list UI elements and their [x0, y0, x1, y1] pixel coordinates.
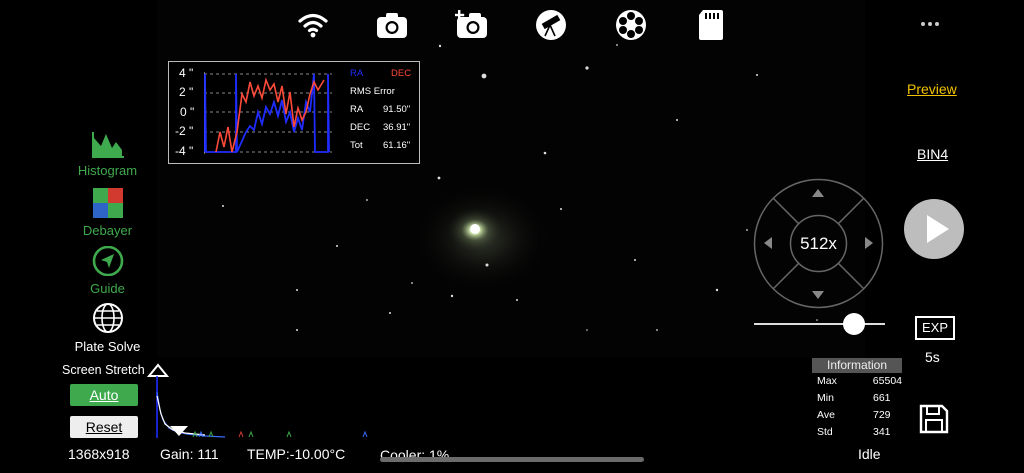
debayer-label: Debayer: [82, 223, 133, 238]
screen-stretch-label: Screen Stretch: [62, 363, 145, 377]
sd-card-icon[interactable]: [694, 8, 728, 42]
up-arrow-icon[interactable]: [811, 188, 825, 198]
home-indicator: [380, 457, 644, 462]
info-row: Max 65504: [806, 373, 902, 390]
preview-link[interactable]: Preview: [907, 81, 957, 97]
wifi-icon[interactable]: [296, 8, 330, 42]
rms-value: 61.16": [383, 140, 411, 151]
rms-label: DEC: [350, 122, 371, 133]
state-status: Idle: [858, 446, 881, 462]
info-value: 729: [873, 409, 891, 421]
resolution-status: 1368x918: [68, 446, 130, 462]
exposure-slider[interactable]: [754, 313, 885, 335]
info-label: Std: [817, 426, 833, 438]
legend-ra: RA: [350, 68, 364, 79]
info-label: Min: [817, 392, 834, 404]
telescope-icon[interactable]: [534, 8, 568, 42]
y-tick: 0 ": [180, 105, 195, 119]
histogram-strip[interactable]: [145, 362, 375, 442]
info-row: Ave 729: [806, 407, 902, 424]
rms-label: RA: [350, 104, 364, 115]
rms-title: RMS Error: [350, 86, 395, 97]
info-label: Max: [817, 375, 837, 387]
bin-link[interactable]: BIN4: [917, 146, 948, 162]
stretch-high-handle[interactable]: [146, 363, 170, 377]
histogram-label: Histogram: [77, 163, 138, 178]
guide-label: Guide: [90, 281, 125, 296]
plate-solve-label: Plate Solve: [74, 339, 141, 354]
information-title: Information: [812, 358, 902, 373]
gain-status: Gain: 111: [160, 446, 219, 462]
start-exposure-button[interactable]: [904, 199, 964, 259]
rms-value: 91.50": [383, 104, 411, 115]
info-row: Std 341: [806, 424, 902, 441]
save-icon[interactable]: [918, 403, 950, 435]
info-value: 341: [873, 426, 891, 438]
down-arrow-icon[interactable]: [811, 290, 825, 300]
filter-wheel-icon[interactable]: [614, 8, 648, 42]
info-label: Ave: [817, 409, 835, 421]
information-panel: Information Max 65504 Min 661 Ave 729 Std 34…: [806, 358, 902, 441]
rms-value: 36.91": [383, 122, 411, 133]
info-row: Min 661: [806, 390, 902, 407]
plate-solve-tool[interactable]: Plate Solve: [60, 302, 155, 354]
exposure-time: 5s: [925, 349, 940, 365]
play-icon: [927, 215, 949, 243]
exp-button[interactable]: EXP: [915, 316, 955, 340]
info-value: 661: [873, 392, 891, 404]
temp-status: TEMP:-10.00°C: [247, 446, 346, 462]
debayer-icon: [92, 188, 123, 218]
info-value: 65504: [872, 375, 902, 387]
auto-button[interactable]: Auto: [70, 384, 138, 406]
y-tick: 4 ": [179, 66, 194, 80]
debayer-tool[interactable]: Debayer: [60, 188, 155, 238]
stretch-low-handle[interactable]: [170, 426, 188, 436]
camera-add-icon[interactable]: [455, 8, 489, 42]
guide-tool[interactable]: Guide: [60, 245, 155, 296]
histogram-icon: [91, 132, 124, 158]
reset-button[interactable]: Reset: [70, 416, 138, 438]
more-icon[interactable]: [913, 8, 947, 42]
right-arrow-icon[interactable]: [864, 236, 874, 250]
guide-graph: 4 " 2 " 0 " -2 " -4 " RA DEC RMS Error R…: [168, 61, 420, 164]
slider-knob[interactable]: [843, 313, 866, 335]
y-tick: 2 ": [179, 85, 194, 99]
direction-pad: 512x: [753, 178, 884, 309]
zoom-label[interactable]: 512x: [793, 234, 844, 254]
camera-icon[interactable]: [375, 8, 409, 42]
guide-plot: [204, 72, 332, 154]
legend-dec: DEC: [391, 68, 412, 79]
globe-icon: [92, 303, 123, 333]
slider-track: [754, 323, 885, 325]
left-arrow-icon[interactable]: [763, 236, 773, 250]
rms-label: Tot: [350, 140, 363, 151]
histogram-tool[interactable]: Histogram: [60, 132, 155, 178]
y-tick: -4 ": [175, 144, 194, 158]
guide-icon: [92, 245, 123, 277]
y-tick: -2 ": [175, 124, 194, 138]
